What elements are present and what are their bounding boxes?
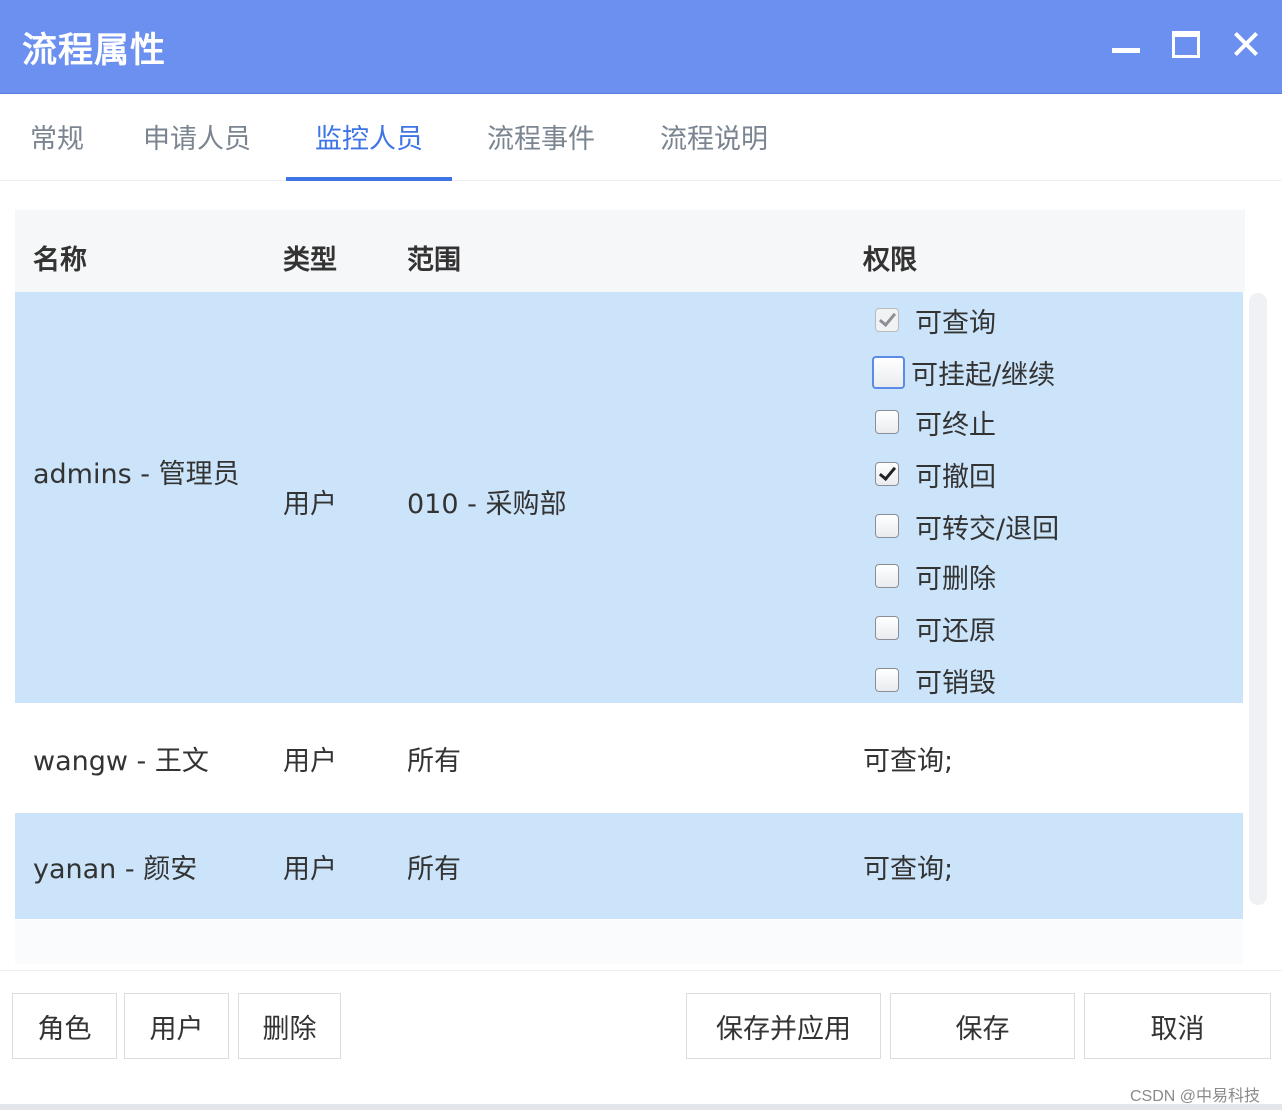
row-name: yanan - 颜安 xyxy=(33,854,198,885)
maximize-icon xyxy=(1172,30,1200,58)
row-type: 用户 xyxy=(283,854,337,885)
permission-withdraw[interactable]: 可撤回 xyxy=(875,448,996,500)
save-apply-button[interactable]: 保存并应用 xyxy=(686,993,881,1059)
row-permission: 可查询; xyxy=(863,746,954,777)
checkbox-suspend-resume[interactable] xyxy=(872,355,905,389)
role-button[interactable]: 角色 xyxy=(12,993,117,1059)
header-permission[interactable]: 权限 xyxy=(863,238,917,277)
tab-applicants[interactable]: 申请人员 xyxy=(143,94,251,180)
header-name[interactable]: 名称 xyxy=(33,238,87,277)
permission-label: 可还原 xyxy=(915,615,996,647)
grid-scrollbar[interactable] xyxy=(1249,293,1267,905)
maximize-button[interactable] xyxy=(1166,24,1206,64)
checkbox-withdraw[interactable] xyxy=(875,462,899,486)
window-title: 流程属性 xyxy=(22,31,167,71)
save-button[interactable]: 保存 xyxy=(890,993,1075,1059)
close-icon xyxy=(1232,30,1260,58)
watermark: CSDN @中易科技 xyxy=(1130,1088,1261,1105)
user-button[interactable]: 用户 xyxy=(124,993,229,1059)
checkbox-restore[interactable] xyxy=(875,616,899,640)
permission-destroy[interactable]: 可销毁 xyxy=(875,654,996,706)
permission-label: 可查询 xyxy=(915,307,996,339)
permission-query[interactable]: 可查询 xyxy=(875,294,996,346)
window-bottom-edge xyxy=(0,1104,1282,1110)
cancel-button[interactable]: 取消 xyxy=(1084,993,1271,1059)
permission-transfer-return[interactable]: 可转交/退回 xyxy=(875,500,1059,552)
tab-process-description[interactable]: 流程说明 xyxy=(660,94,768,180)
tab-process-events[interactable]: 流程事件 xyxy=(487,94,595,180)
minimize-icon xyxy=(1112,47,1140,53)
permission-label: 可转交/退回 xyxy=(915,513,1060,545)
delete-button[interactable]: 删除 xyxy=(238,993,341,1059)
permission-label: 可销毁 xyxy=(915,667,996,699)
tab-general[interactable]: 常规 xyxy=(30,94,84,180)
monitor-grid: 名称 类型 范围 权限 admins - 管理员 用户 010 - 采购部 可查… xyxy=(15,210,1245,964)
tab-bar: 常规 申请人员 监控人员 流程事件 流程说明 xyxy=(0,94,1282,181)
permission-restore[interactable]: 可还原 xyxy=(875,602,996,654)
title-bar[interactable]: 流程属性 xyxy=(0,0,1282,94)
permission-suspend-resume[interactable]: 可挂起/继续 xyxy=(872,346,1056,398)
dialog-footer: 角色 用户 删除 保存并应用 保存 取消 xyxy=(0,970,1282,1111)
permission-terminate[interactable]: 可终止 xyxy=(875,396,996,448)
row-scope: 所有 xyxy=(407,746,461,777)
table-row[interactable]: yanan - 颜安 用户 所有 可查询; xyxy=(15,813,1243,919)
row-scope: 所有 xyxy=(407,854,461,885)
close-button[interactable] xyxy=(1226,24,1266,64)
header-type[interactable]: 类型 xyxy=(283,238,337,277)
table-row-partial[interactable] xyxy=(15,920,1243,964)
checkbox-transfer-return[interactable] xyxy=(875,514,899,538)
row-name: admins - 管理员 xyxy=(33,459,240,490)
row-scope: 010 - 采购部 xyxy=(407,489,567,520)
row-type: 用户 xyxy=(283,746,337,777)
permission-label: 可挂起/继续 xyxy=(911,359,1056,391)
permission-label: 可删除 xyxy=(915,563,996,595)
permission-label: 可撤回 xyxy=(915,461,996,493)
tab-monitors[interactable]: 监控人员 xyxy=(286,94,452,181)
checkbox-query[interactable] xyxy=(875,308,899,332)
row-permission: 可查询; xyxy=(863,854,954,885)
row-name: wangw - 王文 xyxy=(33,746,209,777)
table-row[interactable]: admins - 管理员 用户 010 - 采购部 可查询 可挂起/继续 可终止… xyxy=(15,292,1243,703)
table-row[interactable]: wangw - 王文 用户 所有 可查询; xyxy=(15,703,1243,813)
permission-delete[interactable]: 可删除 xyxy=(875,550,996,602)
checkbox-delete[interactable] xyxy=(875,564,899,588)
grid-header: 名称 类型 范围 权限 xyxy=(15,210,1245,292)
checkbox-destroy[interactable] xyxy=(875,668,899,692)
checkbox-terminate[interactable] xyxy=(875,410,899,434)
header-scope[interactable]: 范围 xyxy=(407,238,461,277)
minimize-button[interactable] xyxy=(1106,24,1146,64)
row-type: 用户 xyxy=(283,489,337,520)
permission-label: 可终止 xyxy=(915,409,996,441)
